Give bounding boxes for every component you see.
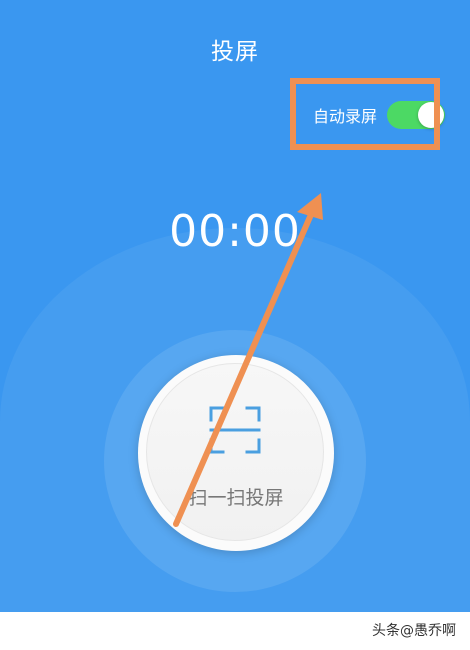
scan-icon [209,406,261,454]
watermark: 头条@愚乔啊 [372,623,456,639]
scan-to-cast-button[interactable]: 扫一扫投屏 [138,355,334,551]
annotation-highlight-box [290,78,440,150]
page-title: 投屏 [211,39,259,65]
record-timer: 00:00 [169,206,301,257]
scan-button-label: 扫一扫投屏 [188,487,284,509]
